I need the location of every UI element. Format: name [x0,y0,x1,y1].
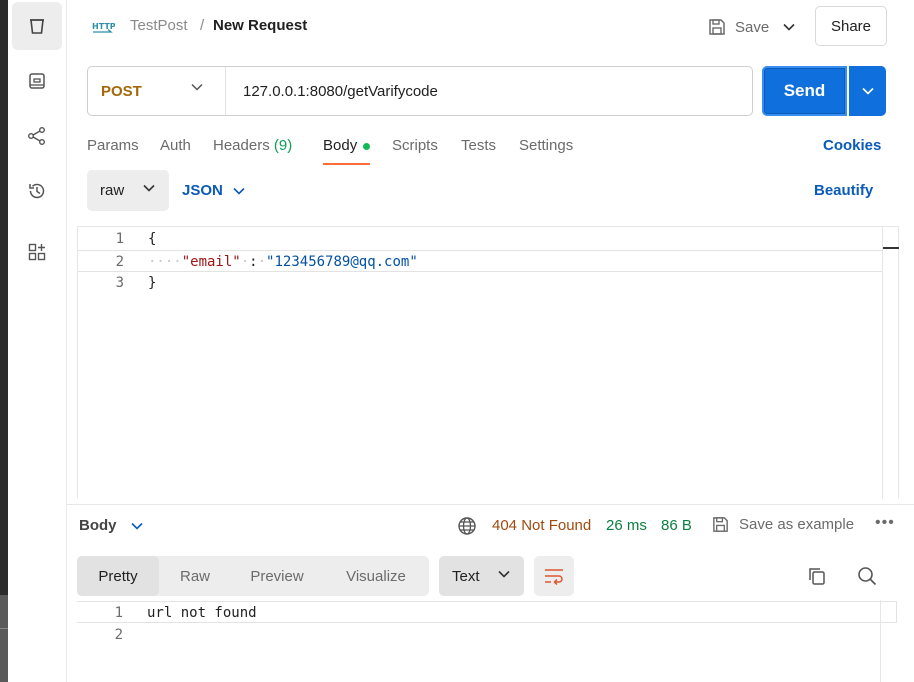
save-label: Save [735,18,770,36]
json-key: "email" [181,254,241,270]
response-section-select[interactable]: Body [79,517,143,534]
beautify-button[interactable]: Beautify [814,182,873,199]
response-format-label: Text [452,567,480,585]
url-input[interactable] [227,67,747,115]
view-tab-raw[interactable]: Raw [159,556,231,596]
editor-line-active: 2 ····"email"·:·"123456789@qq.com" [78,250,883,272]
line-number: 2 [115,254,124,270]
wrap-lines-icon [545,569,563,585]
language-select[interactable]: JSON [182,182,245,199]
response-section-label: Body [79,517,117,534]
cookies-link[interactable]: Cookies [823,137,881,154]
send-options-button[interactable] [849,66,886,116]
app-window: HTTP TestPost / New Request Save Share P… [0,0,914,682]
line-number: 1 [115,231,124,247]
left-edge-strip [0,0,8,682]
response-divider[interactable] [67,504,914,505]
editor-line: 3 } [78,272,883,294]
request-body-editor[interactable]: 1 { 2 ····"email"·:·"123456789@qq.com" 3… [77,226,899,499]
collections-icon[interactable] [12,2,62,50]
history-icon[interactable] [12,167,62,215]
editor-scrollbar[interactable] [882,227,899,499]
wrap-lines-button[interactable] [534,556,574,596]
globe-icon[interactable] [457,516,477,536]
save-options-button[interactable] [778,14,800,40]
sidebar [8,0,67,682]
response-view-tabs: Pretty Raw Preview Visualize [77,556,429,596]
tab-tests[interactable]: Tests [461,137,496,165]
breadcrumb-separator: / [200,17,205,34]
response-time[interactable]: 26 ms [606,517,647,534]
body-indicator-dot [363,142,371,150]
method-select[interactable]: POST [88,67,226,115]
editor-line: 1 { [78,228,883,250]
status-badge[interactable]: 404 Not Found [492,517,591,534]
save-icon [709,19,725,35]
view-tab-preview[interactable]: Preview [231,556,323,596]
share-button[interactable]: Share [815,6,887,46]
chevron-down-icon [498,570,510,578]
flows-icon[interactable] [12,112,62,160]
tab-scripts[interactable]: Scripts [392,137,438,165]
save-icon [713,517,728,532]
tab-body-label: Body [323,137,358,154]
edge-highlight [0,595,8,682]
chevron-down-icon [233,187,245,195]
save-button[interactable]: Save [701,12,775,42]
view-tab-visualize[interactable]: Visualize [323,556,429,596]
chevron-down-icon [783,23,795,31]
body-mode-label: raw [100,182,125,199]
json-colon: : [249,254,258,270]
http-icon: HTTP [92,22,115,33]
chevron-down-icon [861,87,874,95]
search-icon[interactable] [856,565,878,587]
save-as-example-button[interactable]: Save as example [711,515,854,534]
edge-line [0,628,8,629]
scroll-marker [883,247,899,249]
tab-headers[interactable]: Headers (9) [213,137,292,165]
apps-icon[interactable] [12,228,62,276]
line-number: 3 [115,275,124,291]
view-tab-pretty[interactable]: Pretty [77,556,159,596]
tab-settings[interactable]: Settings [519,137,573,165]
response-format-select[interactable]: Text [439,556,524,596]
response-size[interactable]: 86 B [661,517,692,534]
response-scrollbar[interactable] [880,600,881,682]
headers-count-badge: (9) [273,137,293,154]
line-number: 1 [114,605,123,621]
line-code: { [148,231,157,247]
more-options-icon[interactable]: ••• [875,514,895,532]
http-icon-label: HTTP [92,22,115,31]
request-title[interactable]: New Request [213,17,307,34]
request-header: HTTP TestPost / New Request Save Share [67,0,914,54]
copy-icon[interactable] [806,565,828,587]
breadcrumb-collection[interactable]: TestPost [130,17,188,34]
line-number: 2 [114,627,123,643]
whitespace: · [257,254,267,270]
response-text[interactable]: url not found [147,605,257,621]
body-mode-select[interactable]: raw [87,170,169,211]
response-line: 2 [77,624,897,646]
tab-params[interactable]: Params [87,137,139,165]
indent-whitespace: ···· [148,254,182,270]
line-code: ····"email"·:·"123456789@qq.com" [148,254,418,270]
line-code: } [148,275,157,291]
chevron-down-icon [130,522,143,530]
chevron-down-icon [143,184,155,192]
response-line-active: 1 url not found [77,601,897,623]
tab-body[interactable]: Body [323,137,371,165]
save-as-example-label: Save as example [739,516,855,533]
tab-auth[interactable]: Auth [160,137,191,165]
url-bar: POST [87,66,753,116]
json-value: "123456789@qq.com" [266,254,418,270]
chevron-down-icon [191,83,203,91]
tab-headers-label: Headers [213,137,270,154]
method-label: POST [101,82,142,100]
language-label: JSON [182,182,223,199]
send-button[interactable]: Send [762,66,847,116]
environments-icon[interactable] [12,57,62,105]
whitespace: · [240,254,250,270]
